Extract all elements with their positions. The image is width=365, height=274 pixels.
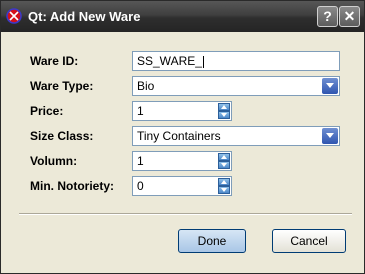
volumn-spinbox[interactable]: 1 xyxy=(132,151,232,171)
price-spinbox[interactable]: 1 xyxy=(132,101,232,121)
price-stepper[interactable] xyxy=(218,103,230,119)
spin-down-icon[interactable] xyxy=(218,186,230,194)
size-class-select[interactable]: Tiny Containers xyxy=(132,126,340,146)
close-icon: ✕ xyxy=(343,8,356,24)
ware-type-value: Bio xyxy=(137,79,155,93)
text-cursor xyxy=(202,55,204,68)
qt-logo-icon xyxy=(6,8,22,24)
close-button[interactable]: ✕ xyxy=(339,6,360,27)
ware-type-label: Ware Type: xyxy=(30,79,94,93)
add-ware-dialog: Qt: Add New Ware ? ✕ Ware ID: SS_WARE_ W… xyxy=(0,0,365,274)
chevron-down-icon[interactable] xyxy=(322,78,338,94)
done-button[interactable]: Done xyxy=(178,229,246,253)
help-icon: ? xyxy=(323,8,332,24)
help-button[interactable]: ? xyxy=(317,6,338,27)
volumn-value: 1 xyxy=(137,154,144,168)
volumn-label: Volumn: xyxy=(30,154,78,168)
size-class-value: Tiny Containers xyxy=(137,129,221,143)
chevron-down-icon[interactable] xyxy=(322,128,338,144)
spin-down-icon[interactable] xyxy=(218,161,230,169)
spin-down-icon[interactable] xyxy=(218,111,230,119)
spin-up-icon[interactable] xyxy=(218,153,230,161)
volumn-stepper[interactable] xyxy=(218,153,230,169)
price-label: Price: xyxy=(30,104,64,118)
ware-id-label: Ware ID: xyxy=(30,54,79,68)
ware-id-input[interactable]: SS_WARE_ xyxy=(132,51,340,71)
spin-up-icon[interactable] xyxy=(218,103,230,111)
ware-type-select[interactable]: Bio xyxy=(132,76,340,96)
window-title: Qt: Add New Ware xyxy=(28,9,141,24)
min-notoriety-spinbox[interactable]: 0 xyxy=(132,176,232,196)
ware-id-value: SS_WARE_ xyxy=(137,54,202,68)
min-notoriety-stepper[interactable] xyxy=(218,178,230,194)
price-value: 1 xyxy=(137,104,144,118)
min-notoriety-label: Min. Notoriety: xyxy=(30,179,114,193)
cancel-button[interactable]: Cancel xyxy=(272,229,346,253)
title-bar[interactable]: Qt: Add New Ware ? ✕ xyxy=(1,1,364,32)
spin-up-icon[interactable] xyxy=(218,178,230,186)
separator-line xyxy=(19,213,352,215)
dialog-body: Ware ID: SS_WARE_ Ware Type: Bio Price: … xyxy=(4,32,361,272)
min-notoriety-value: 0 xyxy=(137,179,144,193)
size-class-label: Size Class: xyxy=(30,129,94,143)
